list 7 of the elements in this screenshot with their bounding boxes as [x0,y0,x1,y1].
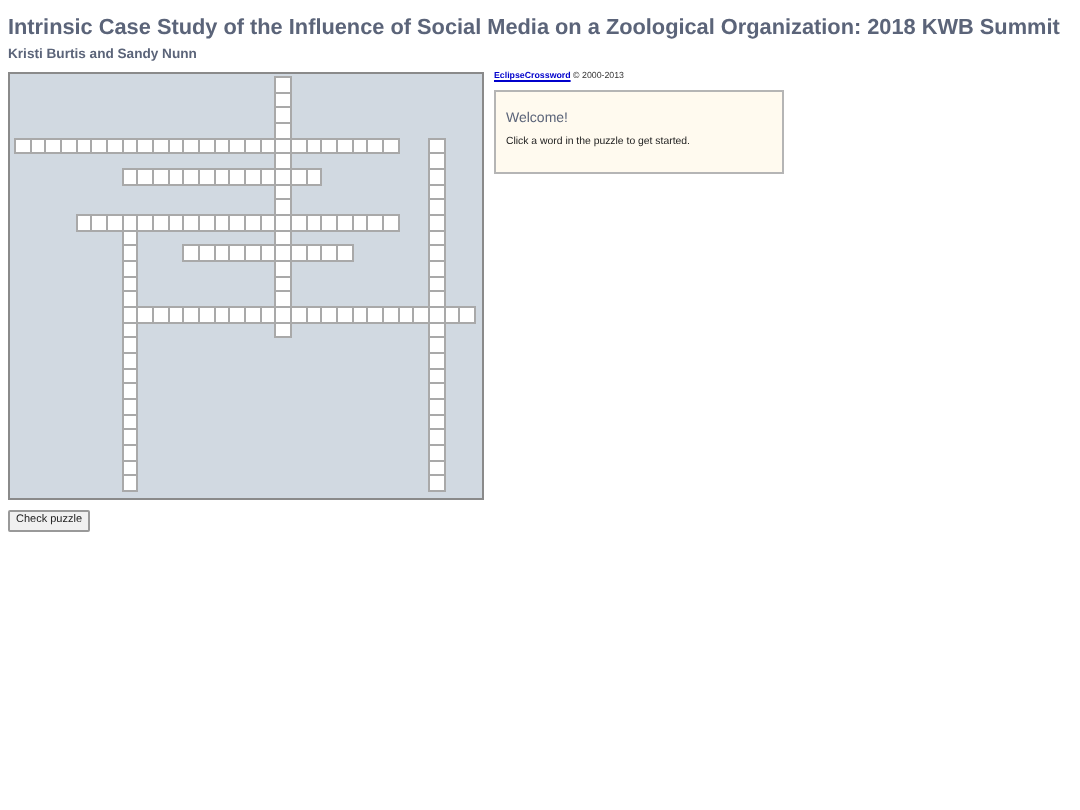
crossword-cell[interactable] [382,214,400,232]
crossword-cell[interactable] [336,244,354,263]
page-title: Intrinsic Case Study of the Influence of Social Media on a Zoological Organization: 2018 KWB Summit [8,14,1062,44]
crossword-cell[interactable] [428,474,446,493]
crossword-cell[interactable] [121,474,139,493]
crossword-cell[interactable] [382,137,400,155]
crossword-cell[interactable] [458,306,477,324]
